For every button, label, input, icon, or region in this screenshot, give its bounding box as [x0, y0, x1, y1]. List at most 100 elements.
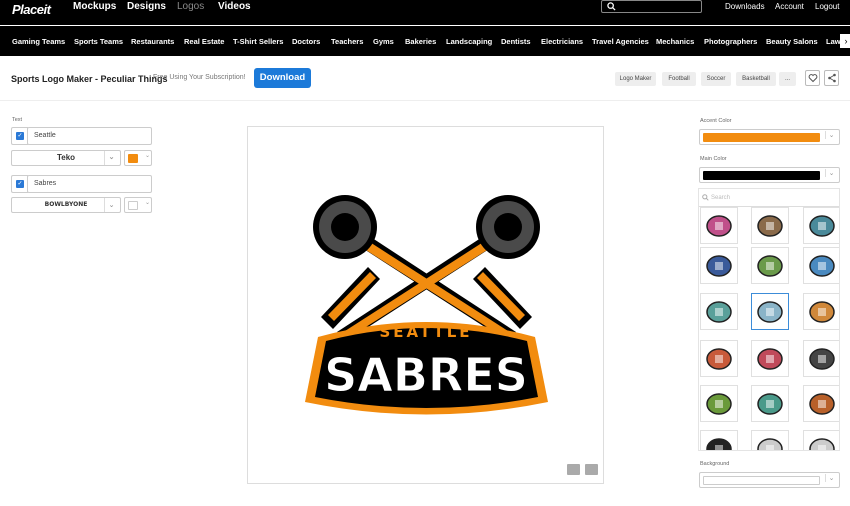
line1-color-picker[interactable]: ⌄: [124, 150, 152, 166]
category-photographers[interactable]: Photographers: [704, 37, 757, 46]
gallery-thumb-top-hat-man-icon[interactable]: [803, 340, 839, 377]
gallery-thumb-squirrel-icon[interactable]: [803, 385, 839, 422]
category-gaming-teams[interactable]: Gaming Teams: [12, 37, 65, 46]
nav-videos[interactable]: Videos: [218, 1, 251, 12]
category-sports-teams[interactable]: Sports Teams: [74, 37, 123, 46]
line1-font-name: Teko: [56, 153, 76, 162]
jet-icon: [757, 255, 783, 277]
gallery-thumb-pistons-icon[interactable]: [803, 207, 839, 244]
gallery-thumb-empty-16[interactable]: [751, 430, 789, 450]
line2-text-input[interactable]: Sabres: [27, 175, 152, 193]
gallery-thumb-crossed-tools-icon[interactable]: [700, 430, 738, 450]
hotdog-icon: [706, 348, 732, 370]
category-tshirt-sellers[interactable]: T-Shirt Sellers: [233, 37, 283, 46]
placeit-logo[interactable]: Placeit: [12, 2, 51, 17]
search-icon: [702, 194, 709, 201]
top-hat-man-icon: [809, 348, 835, 370]
logo-line1-text: SEATTLE: [379, 323, 472, 341]
tag-more[interactable]: ...: [779, 72, 796, 86]
tag-basketball[interactable]: Basketball: [736, 72, 776, 86]
gallery-thumb-sign-icon[interactable]: [700, 207, 738, 244]
search-input[interactable]: [601, 0, 702, 13]
category-real-estate[interactable]: Real Estate: [184, 37, 224, 46]
crossed-sabres-illustration: [313, 195, 540, 342]
heart-icon: [808, 74, 818, 83]
line2-font-select[interactable]: BOWLBYONE ⌄: [11, 197, 121, 213]
category-beauty-salons[interactable]: Beauty Salons: [766, 37, 818, 46]
category-mechanics[interactable]: Mechanics: [656, 37, 694, 46]
page-title: Sports Logo Maker - Peculiar Things: [11, 74, 168, 84]
gallery-thumb-vintage-truck-icon[interactable]: [751, 207, 789, 244]
fit-screen-icon[interactable]: [567, 464, 580, 475]
gallery-thumb-burger-icon[interactable]: [803, 293, 839, 330]
chevron-down-icon: ⌄: [825, 474, 837, 482]
downloads-link[interactable]: Downloads: [725, 2, 765, 11]
text-section-label: Text: [12, 117, 23, 123]
category-restaurants[interactable]: Restaurants: [131, 37, 174, 46]
gallery-thumb-jet-icon[interactable]: [751, 247, 789, 284]
background-label: Background: [700, 461, 730, 467]
line2-color-swatch: [128, 201, 138, 210]
main-color-label: Main Color: [700, 156, 727, 162]
category-travel-agencies[interactable]: Travel Agencies: [592, 37, 649, 46]
crossed-sabres-icon: [757, 301, 783, 323]
saw-blade-icon: [706, 301, 732, 323]
favorite-button[interactable]: [805, 70, 820, 86]
line2-checkbox-icon[interactable]: ✓: [16, 180, 24, 188]
gallery-thumb-trowel-icon[interactable]: [751, 385, 789, 422]
scroll-right-icon[interactable]: ›: [840, 34, 850, 48]
main-color-select[interactable]: ⌄: [699, 167, 840, 183]
pistons-icon: [809, 215, 835, 237]
gallery-thumb-pickle-icon[interactable]: [700, 385, 738, 422]
category-doctors[interactable]: Doctors: [292, 37, 320, 46]
crossed-tools-icon: [706, 438, 732, 450]
download-button[interactable]: Download: [254, 68, 311, 88]
fullscreen-icon[interactable]: [585, 464, 598, 475]
vintage-truck-icon: [757, 215, 783, 237]
category-dentists[interactable]: Dentists: [501, 37, 531, 46]
share-icon: [828, 73, 836, 83]
gallery-thumb-empty-17[interactable]: [803, 430, 839, 450]
category-teachers[interactable]: Teachers: [331, 37, 363, 46]
chevron-down-icon: ⌄: [144, 200, 150, 206]
logout-link[interactable]: Logout: [815, 2, 839, 11]
gallery-thumb-saw-blade-icon[interactable]: [700, 293, 738, 330]
accent-color-select[interactable]: ⌄: [699, 129, 840, 145]
tag-soccer[interactable]: Soccer: [701, 72, 731, 86]
category-electricians[interactable]: Electricians: [541, 37, 583, 46]
category-gyms[interactable]: Gyms: [373, 37, 394, 46]
logo-preview-canvas: SEATTLE SABRES: [247, 126, 604, 484]
gallery-thumb-hotdog-icon[interactable]: [700, 340, 738, 377]
account-link[interactable]: Account: [775, 2, 804, 11]
category-landscaping[interactable]: Landscaping: [446, 37, 492, 46]
nav-designs[interactable]: Designs: [127, 1, 166, 12]
search-icon: [607, 2, 616, 11]
line2-font-name: BOWLBYONE: [44, 201, 88, 208]
line1-font-select[interactable]: Teko ⌄: [11, 150, 121, 166]
nav-logos[interactable]: Logos: [177, 1, 204, 12]
line1-text-input[interactable]: Seattle: [27, 127, 152, 145]
chevron-down-icon: ⌄: [825, 131, 837, 139]
sports-logo: SEATTLE SABRES: [305, 195, 548, 415]
tag-football[interactable]: Football: [662, 72, 696, 86]
gallery-thumb-hand-drill-icon[interactable]: [751, 340, 789, 377]
gallery-search-placeholder: Search: [711, 195, 731, 201]
nav-mockups[interactable]: Mockups: [73, 1, 116, 12]
gallery-thumb-crossed-sabres-icon[interactable]: [751, 293, 789, 330]
subscription-note: Free Using Your Subscription!: [153, 74, 246, 81]
line2-color-picker[interactable]: ⌄: [124, 197, 152, 213]
gallery-search-input[interactable]: Search: [699, 189, 839, 207]
category-law[interactable]: Law: [826, 37, 841, 46]
tag-logo-maker[interactable]: Logo Maker: [615, 72, 656, 86]
category-bakeries[interactable]: Bakeries: [405, 37, 436, 46]
line1-checkbox-icon[interactable]: ✓: [16, 132, 24, 140]
gallery-thumb-rocket-icon[interactable]: [803, 247, 839, 284]
pickle-icon: [706, 393, 732, 415]
background-select[interactable]: ⌄: [699, 472, 840, 488]
share-button[interactable]: [824, 70, 839, 86]
hand-drill-icon: [757, 348, 783, 370]
line1-color-swatch: [128, 154, 138, 163]
chevron-down-icon: ⌄: [144, 153, 150, 159]
gallery-thumb-cannon-icon[interactable]: [700, 247, 738, 284]
category-bar: Gaming Teams Sports Teams Restaurants Re…: [0, 26, 850, 56]
